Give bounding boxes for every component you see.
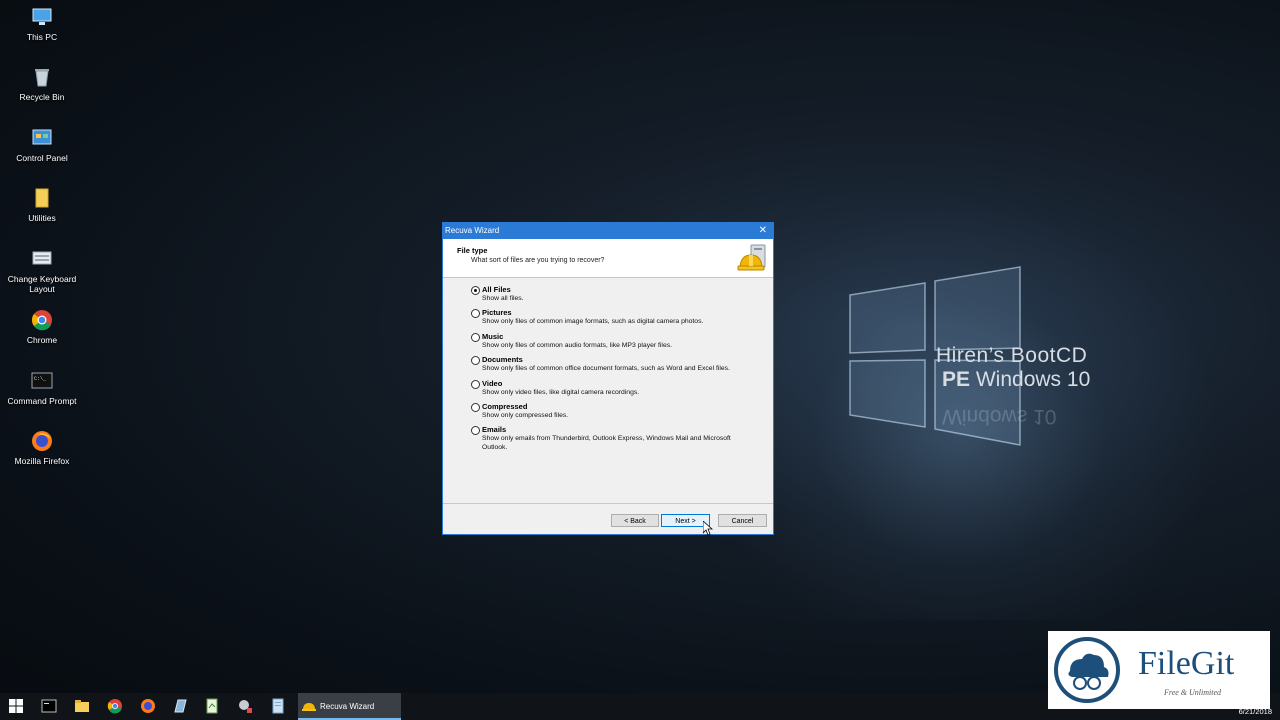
brand-line2: PE Windows 10 [942,368,1091,391]
desktop-icon-control-panel[interactable]: Control Panel [0,127,84,163]
recycle-bin-icon [31,66,53,88]
option-desc: Show only emails from Thunderbird, Outlo… [482,435,731,452]
brand-line1: Hiren’s BootCD [936,344,1088,367]
svg-text:C:\_: C:\_ [34,376,47,382]
wallpaper-brand: Hiren’s BootCD PE Windows 10 [936,344,1090,392]
recuva-hardhat-icon [302,703,316,711]
header-title: File type [457,246,488,255]
option-desc: Show only compressed files. [482,411,569,419]
option-label: Documents [482,355,523,365]
option-music[interactable]: Music Show only files of common audio fo… [471,332,761,355]
option-compressed[interactable]: Compressed Show only compressed files. [471,402,761,425]
footer-divider [443,503,773,504]
option-label: Video [482,378,503,388]
taskbar-item-label: Recuva Wizard [320,702,375,711]
option-documents[interactable]: Documents Show only files of common offi… [471,355,761,378]
option-label: All Files [482,285,511,294]
app-icon[interactable] [172,698,188,714]
taskbar-item-recuva-wizard[interactable]: Recuva Wizard [298,693,401,720]
option-label: Music [482,331,504,341]
firefox-icon[interactable] [140,698,156,714]
desktop-icon-label: Command Prompt [7,396,77,406]
radio-pictures[interactable] [471,309,480,319]
radio-compressed[interactable] [471,402,480,412]
desktop-icon-utilities[interactable]: Utilities [0,187,84,223]
desktop-icon-label: Recycle Bin [19,92,65,102]
watermark-name: FileGit [1138,645,1235,682]
radio-emails[interactable] [471,426,480,436]
desktop-icon-command-prompt[interactable]: C:\_ Command Prompt [0,370,84,406]
this-pc-icon [31,6,53,28]
tool-icon[interactable] [237,698,253,714]
option-desc: Show only files of common office documen… [482,365,730,373]
option-label: Compressed [482,401,528,411]
option-pictures[interactable]: Pictures Show only files of common image… [471,308,761,331]
mouse-cursor-icon [703,521,713,536]
option-emails[interactable]: Emails Show only emails from Thunderbird… [471,425,761,451]
option-all-files[interactable]: All Files Show all files. [471,285,761,308]
desktop-icon-label: Change Keyboard Layout [7,274,77,294]
desktop-icon-label: Control Panel [16,153,68,163]
keyboard-icon [31,248,53,270]
option-label: Emails [482,425,507,435]
dialog-title: Recuva Wizard [445,226,500,235]
notepad-icon[interactable] [204,698,220,714]
desktop-icon-recycle-bin[interactable]: Recycle Bin [0,66,84,102]
radio-video[interactable] [471,379,480,389]
brand-reflection: Windows 10 [942,405,1057,428]
option-desc: Show only video files, like digital came… [482,388,640,396]
document-icon[interactable] [270,698,286,714]
file-type-options: All Files Show all files. Pictures Show … [471,285,761,451]
back-button[interactable]: < Back [611,514,659,527]
folder-icon [31,187,53,209]
option-video[interactable]: Video Show only video files, like digita… [471,379,761,402]
close-icon[interactable]: ✕ [759,223,767,239]
cmd-icon[interactable] [41,698,57,714]
start-icon[interactable] [8,698,24,714]
desktop-icon-label: Utilities [28,213,56,223]
explorer-icon[interactable] [74,698,90,714]
radio-music[interactable] [471,332,480,342]
desktop-icon-firefox[interactable]: Mozilla Firefox [0,430,84,466]
option-desc: Show only files of common image formats,… [482,318,704,326]
option-desc: Show only files of common audio formats,… [482,341,673,349]
dialog-header: File type What sort of files are you try… [443,239,773,278]
cmd-icon: C:\_ [31,370,53,392]
radio-documents[interactable] [471,356,480,366]
option-desc: Show all files. [482,295,524,302]
desktop-icon-label: This PC [26,32,58,42]
dialog-titlebar[interactable]: Recuva Wizard ✕ [443,223,773,239]
filegit-watermark: FileGit Free & Unlimited [1048,631,1270,709]
desktop-icon-this-pc[interactable]: This PC [0,6,84,42]
chrome-icon [31,309,53,331]
desktop-icon-keyboard[interactable]: Change Keyboard Layout [0,248,84,294]
option-label: Pictures [482,308,512,318]
watermark-tagline: Free & Unlimited [1164,688,1222,697]
desktop-icon-label: Chrome [26,335,58,345]
recuva-hardhat-icon [737,244,766,271]
filegit-logo-icon [1054,637,1120,703]
chrome-icon[interactable] [107,698,123,714]
recuva-wizard-dialog: Recuva Wizard ✕ File type What sort of f… [442,222,774,535]
desktop-icon-label: Mozilla Firefox [14,456,70,466]
radio-all-files[interactable] [471,286,480,295]
header-subtitle: What sort of files are you trying to rec… [471,257,605,264]
firefox-icon [31,430,53,452]
control-panel-icon [31,127,53,149]
cancel-button[interactable]: Cancel [718,514,767,527]
desktop-icon-chrome[interactable]: Chrome [0,309,84,345]
